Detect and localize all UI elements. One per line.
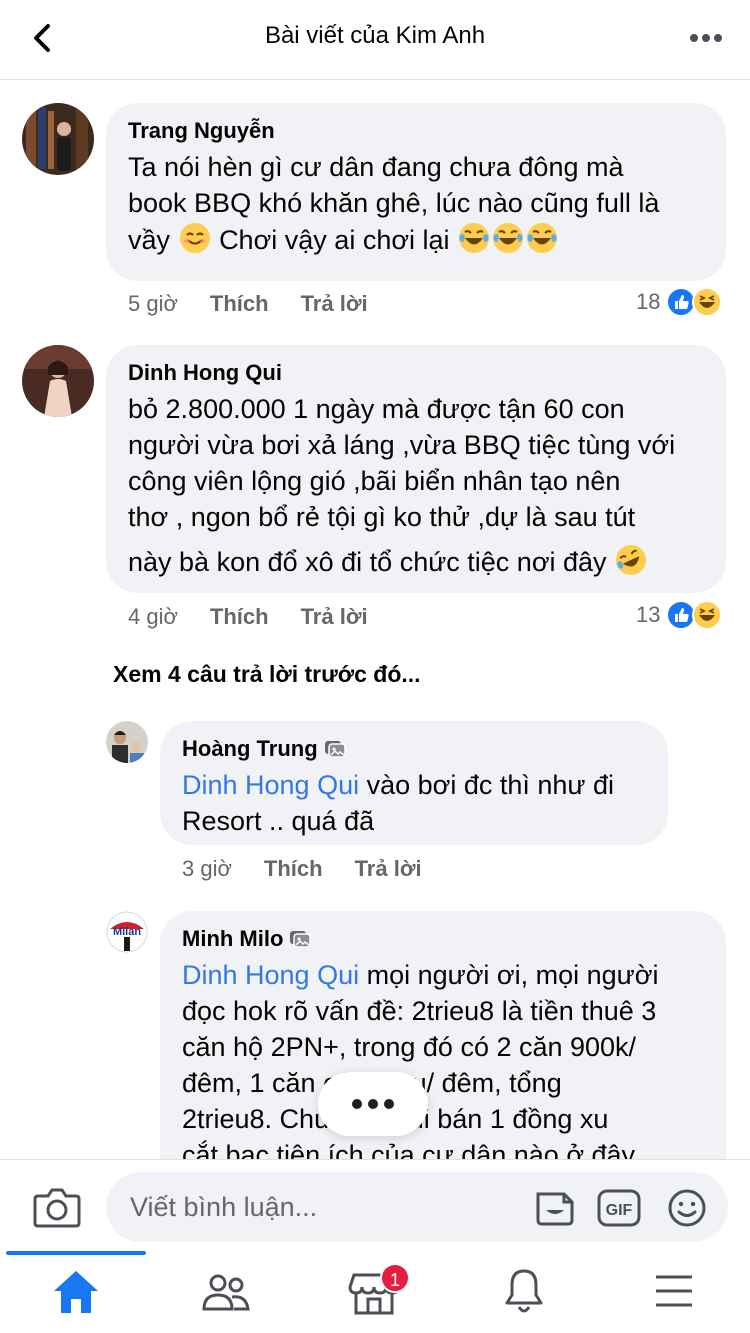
fan-badge-icon: [324, 741, 346, 758]
rofl-emoji-icon: [616, 545, 647, 575]
reply-author[interactable]: Minh Milo: [182, 925, 704, 953]
camera-icon[interactable]: [32, 1184, 82, 1230]
reply-button[interactable]: Trả lời: [355, 856, 422, 882]
menu-icon[interactable]: [644, 1265, 704, 1319]
comment-timestamp: 4 giờ: [128, 604, 178, 629]
notifications-bell-icon[interactable]: [494, 1265, 554, 1319]
comments-feed[interactable]: Trang Nguyễn Ta nói hèn gì cư dân đang c…: [0, 81, 750, 1159]
avatar[interactable]: [22, 345, 94, 417]
mention-link[interactable]: Dinh Hong Qui: [182, 770, 359, 800]
tears-of-joy-emoji-icon: [493, 223, 524, 253]
reply-timestamp: 3 giờ: [182, 856, 232, 881]
comment-bubble: Dinh Hong Qui bỏ 2.800.000 1 ngày mà đượ…: [106, 345, 726, 593]
reply-button[interactable]: Trả lời: [301, 604, 368, 630]
gif-icon[interactable]: GIF: [596, 1188, 642, 1228]
svg-text:Milan: Milan: [113, 926, 141, 938]
svg-text:GIF: GIF: [606, 1202, 633, 1219]
top-bar: Bài viết của Kim Anh: [0, 0, 750, 80]
comment-input-placeholder: Viết bình luận...: [130, 1192, 318, 1222]
comment-author[interactable]: Trang Nguyễn: [128, 117, 704, 145]
reply-text: Dinh Hong Qui mọi người ơi, mọi người đọ…: [182, 960, 659, 1159]
typing-indicator: [318, 1072, 428, 1136]
reaction-summary[interactable]: 13: [636, 600, 723, 630]
tears-of-joy-emoji-icon: [527, 223, 558, 253]
comment-actions: 4 giờ Thích Trả lời: [128, 604, 368, 630]
comment-composer: Viết bình luận... GIF: [0, 1159, 750, 1251]
reaction-count: 13: [636, 602, 661, 627]
reaction-count: 18: [636, 289, 661, 314]
fan-badge-icon: [290, 931, 312, 948]
smiling-face-emoji-icon: [179, 223, 210, 253]
active-tab-indicator: [6, 1251, 146, 1255]
bottom-tab-bar: 1: [0, 1251, 750, 1333]
haha-reaction-icon: [692, 600, 723, 630]
more-options-icon[interactable]: [688, 26, 724, 50]
reply-button[interactable]: Trả lời: [301, 291, 368, 317]
reply-text: Dinh Hong Qui vào bơi đc thì như đi Reso…: [182, 770, 615, 836]
home-icon[interactable]: [46, 1265, 106, 1319]
comment-text: bỏ 2.800.000 1 ngày mà được tận 60 con n…: [128, 391, 704, 580]
reply-actions: 3 giờ Thích Trả lời: [182, 856, 422, 882]
comment-timestamp: 5 giờ: [128, 291, 178, 316]
view-previous-replies-link[interactable]: Xem 4 câu trả lời trước đó...: [113, 661, 421, 688]
emoji-icon[interactable]: [664, 1188, 710, 1228]
friends-icon[interactable]: [196, 1265, 256, 1319]
reaction-summary[interactable]: 18: [636, 287, 723, 317]
haha-reaction-icon: [692, 287, 723, 317]
comment-actions: 5 giờ Thích Trả lời: [128, 291, 368, 317]
reply-bubble: Minh Milo Dinh Hong Qui mọi người ơi, mọ…: [160, 911, 726, 1159]
reply-author[interactable]: Hoàng Trung: [182, 735, 646, 763]
mention-link[interactable]: Dinh Hong Qui: [182, 960, 359, 990]
avatar[interactable]: Milan: [106, 911, 148, 953]
tears-of-joy-emoji-icon: [459, 223, 490, 253]
comment-text: Ta nói hèn gì cư dân đang chưa đông mà b…: [128, 152, 660, 255]
comment-bubble: Trang Nguyễn Ta nói hèn gì cư dân đang c…: [106, 103, 726, 281]
like-button[interactable]: Thích: [210, 291, 269, 317]
comment-input[interactable]: Viết bình luận... GIF: [106, 1172, 728, 1242]
reply-bubble: Hoàng Trung Dinh Hong Qui vào bơi đc thì…: [160, 721, 668, 845]
avatar[interactable]: [22, 103, 94, 175]
notification-count-badge: 1: [380, 1263, 410, 1293]
like-button[interactable]: Thích: [210, 604, 269, 630]
page-title: Bài viết của Kim Anh: [264, 22, 486, 49]
comment-author[interactable]: Dinh Hong Qui: [128, 359, 704, 387]
avatar[interactable]: [106, 721, 148, 763]
sticker-icon[interactable]: [532, 1188, 578, 1228]
like-button[interactable]: Thích: [264, 856, 323, 882]
